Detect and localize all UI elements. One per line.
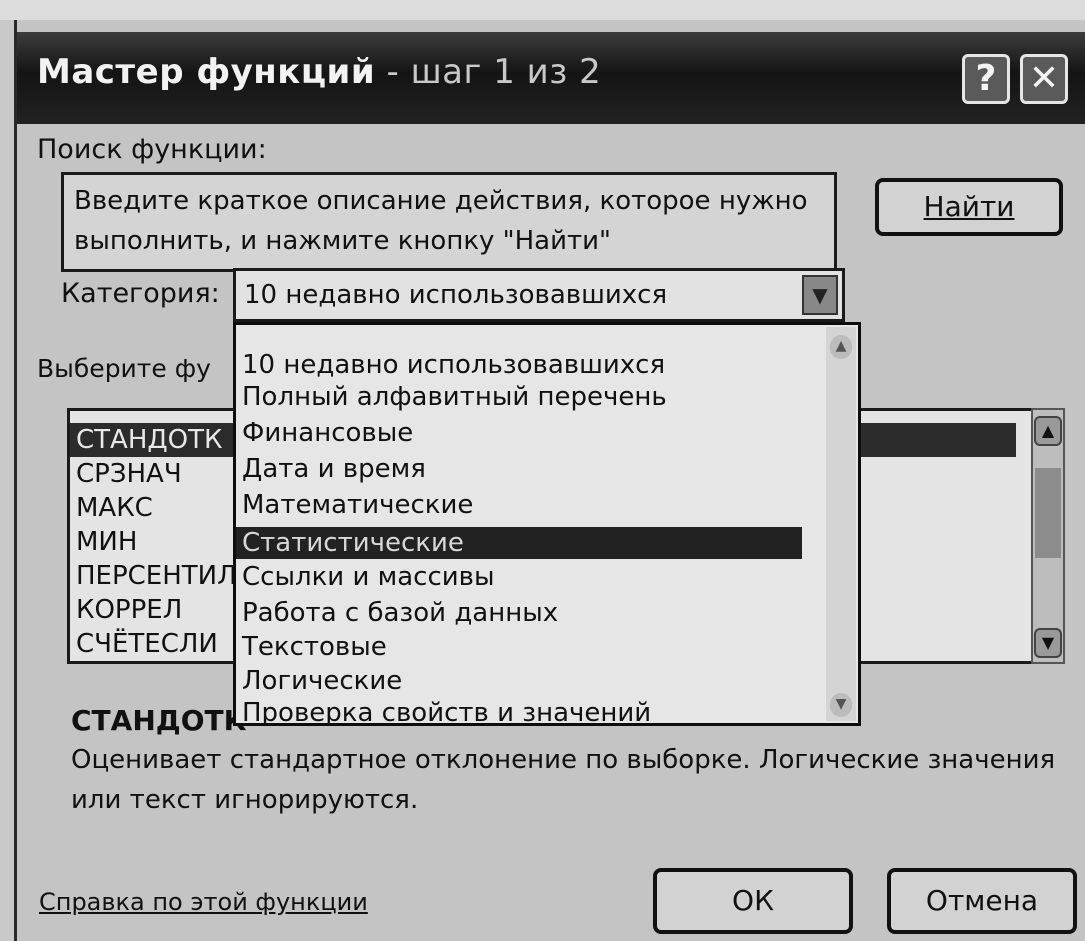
scroll-thumb[interactable] [1035,468,1061,558]
functions-label: Выберите фу [37,354,211,383]
question-icon: ? [975,58,997,99]
cancel-button[interactable]: Отмена [887,868,1077,934]
scroll-up-icon[interactable]: ▲ [1034,416,1062,446]
category-option[interactable]: Дата и время [242,453,426,485]
category-label: Категория: [61,278,220,309]
scroll-down-icon[interactable]: ▼ [830,693,852,717]
category-option-highlighted[interactable]: Статистические [236,527,802,559]
search-text-line-1: Введите краткое описание действия, котор… [74,186,808,216]
category-option[interactable]: Проверка свойств и значений [242,697,651,723]
category-option[interactable]: Финансовые [242,417,413,449]
function-wizard-dialog: Мастер функций - шаг 1 из 2 ? ✕ Поиск фу… [14,20,1085,941]
background-window-strip [0,0,1085,20]
function-list-scrollbar[interactable]: ▲ ▼ [1031,408,1065,664]
selected-function-name: СТАНДОТК [71,704,247,737]
scroll-up-icon[interactable]: ▲ [830,335,852,359]
ok-button[interactable]: ОК [653,868,853,934]
help-button[interactable]: ? [962,54,1010,104]
function-description: Оценивает стандартное отклонение по выбо… [71,745,1056,815]
category-option[interactable]: Математические [242,489,473,521]
category-dropdown-list[interactable]: 10 недавно использовавшихся Полный алфав… [233,322,861,726]
category-option[interactable]: Работа с базой данных [242,597,558,629]
category-option[interactable]: Текстовые [242,631,387,663]
window-title: Мастер функций - шаг 1 из 2 [37,52,602,92]
chevron-down-icon[interactable]: ▼ [802,275,838,315]
category-option[interactable]: 10 недавно использовавшихся [242,349,665,381]
search-input[interactable]: Введите краткое описание действия, котор… [61,172,837,272]
close-button[interactable]: ✕ [1020,54,1068,104]
function-help-link[interactable]: Справка по этой функции [39,888,368,916]
close-icon: ✕ [1028,58,1060,99]
search-label: Поиск функции: [37,134,267,165]
scroll-down-icon[interactable]: ▼ [1034,628,1062,658]
dropdown-scrollbar[interactable]: ▲ ▼ [826,327,856,721]
search-text-line-2: выполнить, и нажмите кнопку "Найти" [74,226,612,256]
find-button[interactable]: Найти [875,178,1063,236]
category-option[interactable]: Логические [242,665,402,697]
category-option[interactable]: Ссылки и массивы [242,561,495,593]
category-option[interactable]: Полный алфавитный перечень [242,381,667,413]
title-bar[interactable]: Мастер функций - шаг 1 из 2 ? ✕ [17,32,1085,124]
category-selected-value: 10 недавно использовавшихся [244,280,668,310]
category-select[interactable]: 10 недавно использовавшихся ▼ [233,268,845,322]
